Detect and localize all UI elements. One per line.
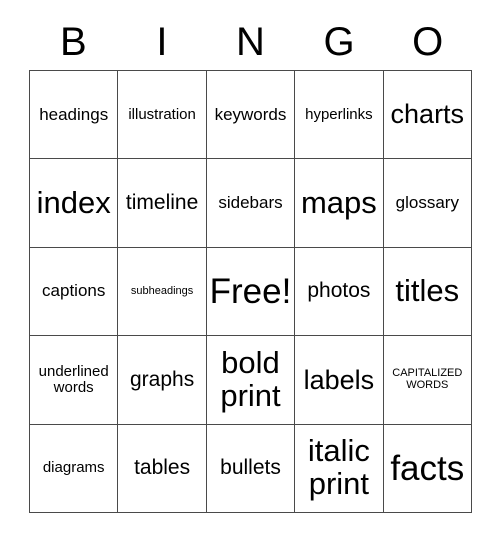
bingo-header-letter-i: I	[156, 20, 168, 64]
bingo-cell-label: captions	[42, 281, 106, 301]
bingo-cell-r5c3[interactable]: bullets	[206, 424, 296, 513]
bingo-cell-label: glossary	[395, 193, 459, 213]
bingo-cell-r4c1[interactable]: underlined words	[30, 336, 119, 425]
bingo-cell-label: graphs	[129, 367, 195, 391]
bingo-cell-free-space[interactable]: Free!	[206, 247, 296, 337]
bingo-cell-label: labels	[303, 364, 375, 395]
bingo-cell-label: illustration	[128, 105, 196, 123]
bingo-cell-r4c3[interactable]: bold print	[206, 336, 296, 425]
bingo-cell-label: facts	[390, 448, 465, 488]
bingo-cell-label: Free!	[209, 271, 292, 311]
bingo-cell-r2c3[interactable]: sidebars	[206, 159, 296, 248]
bingo-cell-label: headings	[39, 104, 109, 124]
bingo-cell-r5c1[interactable]: diagrams	[30, 424, 119, 513]
bingo-cell-r4c5[interactable]: CAPITALIZED WORDS	[383, 336, 472, 425]
bingo-cell-label: timeline	[125, 190, 199, 214]
bingo-cell-r1c3[interactable]: keywords	[206, 71, 296, 160]
bingo-cell-label: bold print	[220, 345, 281, 413]
bingo-cell-r1c1[interactable]: headings	[30, 71, 119, 160]
bingo-cell-label: bullets	[220, 456, 281, 480]
bingo-cell-label: italic print	[307, 433, 370, 502]
bingo-header-letter-n: N	[236, 20, 265, 64]
bingo-cell-label: keywords	[214, 104, 287, 124]
bingo-cell-r1c2[interactable]: illustration	[118, 71, 207, 160]
bingo-cell-r4c4[interactable]: labels	[295, 336, 384, 425]
bingo-cell-r2c1[interactable]: index	[30, 159, 119, 248]
bingo-cell-label: hyperlinks	[305, 105, 373, 123]
bingo-header-letter-o: O	[412, 20, 444, 64]
bingo-cell-label: photos	[307, 279, 371, 303]
bingo-cell-label: CAPITALIZED WORDS	[392, 367, 463, 391]
bingo-cell-r2c2[interactable]: timeline	[118, 159, 207, 248]
bingo-cell-label: underlined words	[38, 363, 109, 396]
bingo-header-letter-g: G	[323, 20, 355, 64]
bingo-cell-r2c4[interactable]: maps	[295, 159, 384, 248]
bingo-cell-label: charts	[390, 99, 465, 130]
bingo-cell-label: titles	[395, 273, 460, 309]
bingo-header-letter-b: B	[59, 20, 87, 64]
bingo-cell-r5c4[interactable]: italic print	[295, 424, 384, 513]
bingo-grid: headings illustration keywords hyperlink…	[29, 70, 472, 513]
bingo-cell-r3c2[interactable]: subheadings	[118, 247, 207, 337]
bingo-header-row: B I N G O	[29, 14, 472, 70]
bingo-cell-r1c5[interactable]: charts	[383, 71, 472, 160]
bingo-cell-r3c1[interactable]: captions	[30, 247, 119, 337]
bingo-cell-r5c2[interactable]: tables	[118, 424, 207, 513]
bingo-cell-r2c5[interactable]: glossary	[383, 159, 472, 248]
bingo-cell-label: subheadings	[130, 284, 194, 297]
bingo-cell-r3c4[interactable]: photos	[295, 247, 384, 337]
bingo-cell-label: index	[36, 184, 111, 220]
bingo-cell-r5c5[interactable]: facts	[383, 424, 472, 513]
bingo-cell-label: sidebars	[218, 193, 283, 213]
bingo-cell-r4c2[interactable]: graphs	[118, 336, 207, 425]
bingo-cell-label: tables	[134, 456, 191, 480]
bingo-cell-label: diagrams	[42, 459, 105, 477]
bingo-cell-r3c5[interactable]: titles	[383, 247, 472, 337]
bingo-cell-label: maps	[300, 184, 377, 220]
bingo-cell-r1c4[interactable]: hyperlinks	[295, 71, 384, 160]
bingo-card: B I N G O headings illustration keywords…	[0, 0, 500, 544]
